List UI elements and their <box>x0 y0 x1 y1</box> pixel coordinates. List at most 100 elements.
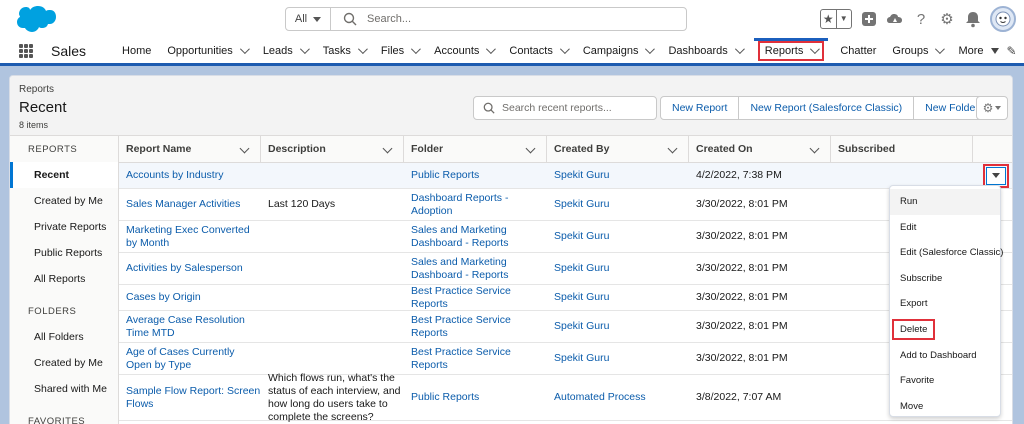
nav-tab-campaigns[interactable]: Campaigns <box>575 38 661 63</box>
menu-item-add-to-dashboard[interactable]: Add to Dashboard <box>890 343 1000 369</box>
sidebar-item-created-by-me[interactable]: Created by Me <box>10 188 118 214</box>
report-name-link[interactable]: Activities by Salesperson <box>119 253 261 284</box>
menu-item-delete[interactable]: Delete <box>890 317 1000 343</box>
sidebar-item-folders-created-by-me[interactable]: Created by Me <box>10 350 118 376</box>
chevron-down-icon[interactable] <box>810 44 821 55</box>
report-name-link[interactable]: Sample Flow Report: Screen Flows <box>119 375 261 420</box>
notifications-bell-icon[interactable] <box>964 10 982 28</box>
menu-item-run[interactable]: Run <box>890 189 1000 215</box>
nav-tab-leads[interactable]: Leads <box>255 38 315 63</box>
created-by-link[interactable]: Spekit Guru <box>547 163 689 188</box>
chevron-down-icon[interactable] <box>645 43 656 54</box>
column-header-subscribed[interactable]: Subscribed <box>831 136 973 162</box>
nav-tab-opportunities[interactable]: Opportunities <box>159 38 254 63</box>
column-header-description[interactable]: Description <box>261 136 404 162</box>
created-by-link[interactable]: Spekit Guru <box>547 189 689 220</box>
sidebar-item-public-reports[interactable]: Public Reports <box>10 240 118 266</box>
created-by-link[interactable]: Spekit Guru <box>547 343 689 374</box>
chevron-down-icon[interactable] <box>525 143 536 154</box>
folder-link[interactable]: Public Reports <box>404 375 547 420</box>
search-input[interactable]: Search recent reports... <box>502 102 612 114</box>
chevron-down-icon[interactable] <box>411 43 422 54</box>
list-settings-button[interactable]: ⚙ <box>976 96 1008 120</box>
chevron-down-icon[interactable] <box>734 43 745 54</box>
report-name-link[interactable]: Sales Manager Activities <box>119 189 261 220</box>
report-name-link[interactable]: Age of Cases Currently Open by Type <box>119 343 261 374</box>
sidebar-item-shared-with-me[interactable]: Shared with Me <box>10 376 118 402</box>
nav-tab-chatter[interactable]: Chatter <box>832 38 884 63</box>
chevron-down-icon[interactable] <box>239 143 250 154</box>
edit-nav-pencil-icon[interactable]: ✎ <box>1007 44 1017 58</box>
report-name-link[interactable]: Average Case Resolution Time MTD <box>119 311 261 342</box>
report-name-link[interactable]: Cases by Origin <box>119 285 261 310</box>
nav-tab-files[interactable]: Files <box>373 38 426 63</box>
column-header-folder[interactable]: Folder <box>404 136 547 162</box>
nav-tab-dashboards[interactable]: Dashboards <box>660 38 749 63</box>
nav-tab-accounts[interactable]: Accounts <box>426 38 501 63</box>
chevron-down-icon[interactable] <box>299 43 310 54</box>
nav-tab-home[interactable]: Home <box>114 38 159 63</box>
nav-tab-groups[interactable]: Groups <box>884 38 950 63</box>
user-avatar[interactable] <box>990 6 1016 32</box>
row-actions-button[interactable] <box>983 163 1009 188</box>
search-recent-reports[interactable]: Search recent reports... <box>473 96 657 120</box>
search-input[interactable]: Search... <box>367 13 411 25</box>
column-header-created-by[interactable]: Created By <box>547 136 689 162</box>
folder-link[interactable]: Best Practice Service Reports <box>404 285 547 310</box>
folder-link[interactable]: Public Reports <box>404 163 547 188</box>
setup-gear-icon[interactable]: ⚙ <box>938 10 956 28</box>
help-icon[interactable]: ? <box>912 10 930 28</box>
salesforce-logo[interactable] <box>12 5 56 35</box>
sidebar-item-all-reports[interactable]: All Reports <box>10 266 118 292</box>
nav-tab-reports[interactable]: Reports <box>750 38 833 63</box>
folder-link[interactable]: Dashboard Reports - Adoption <box>404 189 547 220</box>
caret-down-icon[interactable] <box>990 47 999 54</box>
global-search[interactable]: All Search... <box>285 7 687 31</box>
star-icon[interactable]: ★ <box>821 10 836 28</box>
table-row: Sales Manager Activities Last 120 Days Das… <box>119 189 1012 221</box>
created-by-link[interactable]: Spekit Guru <box>547 221 689 252</box>
new-report-button[interactable]: New Report <box>661 97 740 119</box>
caret-down-icon[interactable]: ▼ <box>835 10 852 28</box>
created-by-link[interactable]: Spekit Guru <box>547 311 689 342</box>
created-by-link[interactable]: Spekit Guru <box>547 285 689 310</box>
sidebar-item-recent[interactable]: Recent <box>10 162 118 188</box>
chevron-down-icon[interactable] <box>486 43 497 54</box>
menu-item-subscribe[interactable]: Subscribe <box>890 266 1000 292</box>
column-header-created-on[interactable]: Created On <box>689 136 831 162</box>
nav-tab-tasks[interactable]: Tasks <box>315 38 373 63</box>
chevron-down-icon[interactable] <box>809 143 820 154</box>
new-report-classic-button[interactable]: New Report (Salesforce Classic) <box>739 97 915 119</box>
folder-link[interactable]: Sales and Marketing Dashboard - Reports <box>404 253 547 284</box>
sidebar-item-all-folders[interactable]: All Folders <box>10 324 118 350</box>
chevron-down-icon[interactable] <box>382 143 393 154</box>
nav-tab-contacts[interactable]: Contacts <box>501 38 574 63</box>
created-by-link[interactable]: Automated Process <box>547 375 689 420</box>
report-description <box>261 163 404 188</box>
trailhead-icon[interactable] <box>886 10 904 28</box>
menu-item-favorite[interactable]: Favorite <box>890 368 1000 394</box>
column-header-report-name[interactable]: Report Name <box>119 136 261 162</box>
menu-item-edit[interactable]: Edit <box>890 215 1000 241</box>
report-name-link[interactable]: Marketing Exec Converted by Month <box>119 221 261 252</box>
folder-link[interactable]: Best Practice Service Reports <box>404 343 547 374</box>
folder-link[interactable]: Best Practice Service Reports <box>404 311 547 342</box>
menu-item-move[interactable]: Move <box>890 394 1000 420</box>
menu-item-edit-salesforce-classic[interactable]: Edit (Salesforce Classic) <box>890 240 1003 266</box>
created-by-link[interactable]: Spekit Guru <box>547 253 689 284</box>
favorites-button[interactable]: ★ ▼ <box>820 9 852 29</box>
chevron-down-icon[interactable] <box>667 143 678 154</box>
chevron-down-icon[interactable] <box>559 43 570 54</box>
add-icon[interactable] <box>860 10 878 28</box>
chevron-down-icon[interactable] <box>935 43 946 54</box>
chevron-down-icon[interactable] <box>239 43 250 54</box>
report-name-link[interactable]: Accounts by Industry <box>119 163 261 188</box>
sidebar-item-private-reports[interactable]: Private Reports <box>10 214 118 240</box>
app-launcher-icon[interactable] <box>19 43 33 58</box>
menu-item-export[interactable]: Export <box>890 291 1000 317</box>
folder-link[interactable]: Sales and Marketing Dashboard - Reports <box>404 221 547 252</box>
created-on: 3/30/2022, 8:01 PM <box>696 262 788 274</box>
nav-tab-more[interactable]: More <box>950 38 1006 63</box>
chevron-down-icon[interactable] <box>357 43 368 54</box>
search-scope-select[interactable]: All <box>286 8 331 30</box>
